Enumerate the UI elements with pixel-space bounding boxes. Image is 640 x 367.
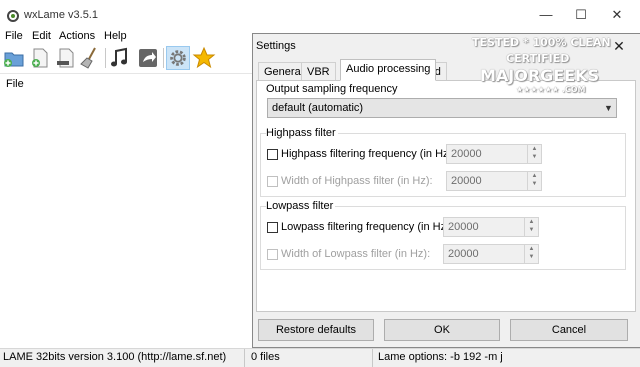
gear-icon	[170, 50, 186, 66]
menu-actions[interactable]: Actions	[59, 30, 95, 42]
majorgeeks-watermark: TESTED * 100% CLEAN CERTIFIED MAJORGEEKS…	[466, 33, 612, 97]
broom-icon	[80, 47, 96, 69]
highpass-width-spinner[interactable]: ▲ ▼	[527, 172, 541, 190]
highpass-width-checkbox[interactable]	[267, 176, 278, 187]
settings-button[interactable]	[166, 46, 190, 70]
highpass-width-label: Width of Highpass filter (in Hz):	[281, 175, 433, 187]
cancel-button[interactable]: Cancel	[510, 319, 628, 341]
clear-list-button[interactable]	[78, 46, 102, 70]
play-button[interactable]	[108, 46, 132, 70]
highpass-width-value: 20000	[451, 175, 482, 187]
remove-file-button[interactable]	[54, 46, 78, 70]
file-list[interactable]	[0, 74, 252, 348]
sampling-frequency-select[interactable]: default (automatic)	[267, 98, 617, 118]
output-sampling-label: Output sampling frequency	[266, 83, 400, 95]
music-note-icon	[111, 47, 127, 67]
lowpass-frequency-value: 20000	[448, 221, 479, 233]
lowpass-width-label: Width of Lowpass filter (in Hz):	[281, 248, 431, 260]
lowpass-width-value: 20000	[448, 248, 479, 260]
remove-file-icon	[57, 48, 74, 68]
restore-defaults-button[interactable]: Restore defaults	[258, 319, 374, 341]
ok-button[interactable]: OK	[384, 319, 500, 341]
watermark-line-3: MAJORGEEKS	[480, 66, 600, 85]
add-files-icon	[4, 52, 24, 67]
highpass-frequency-spinner[interactable]: ▲ ▼	[527, 145, 541, 163]
toolbar-separator	[163, 48, 164, 68]
lowpass-width-spinner[interactable]: ▲ ▼	[524, 245, 538, 263]
chevron-down-icon: ▼	[604, 103, 613, 113]
add-files-button[interactable]	[2, 46, 26, 70]
watermark-line-1: TESTED * 100% CLEAN	[472, 36, 611, 49]
highpass-frequency-label: Highpass filtering frequency (in Hz):	[281, 148, 456, 160]
menu-file[interactable]: File	[5, 30, 23, 42]
highpass-group	[260, 133, 626, 197]
lowpass-frequency-label: Lowpass filtering frequency (in Hz):	[281, 221, 453, 233]
app-logo-icon	[7, 10, 19, 22]
highpass-group-label: Highpass filter	[266, 127, 338, 139]
highpass-checkbox[interactable]	[267, 149, 278, 160]
status-divider	[372, 349, 373, 367]
tab-audio-processing[interactable]: Audio processing	[340, 59, 437, 81]
dialog-title: Settings	[256, 40, 296, 52]
tab-vbr[interactable]: VBR	[301, 62, 336, 80]
export-icon	[139, 49, 157, 67]
watermark-line-4: ★★★★★★ .COM	[516, 85, 586, 94]
toolbar-separator	[105, 48, 106, 68]
file-column-header[interactable]: File	[6, 78, 24, 90]
sampling-frequency-value: default (automatic)	[272, 102, 364, 114]
close-window-button[interactable]: ✕	[602, 4, 632, 26]
favorite-button[interactable]	[192, 46, 216, 70]
maximize-button[interactable]: ☐	[566, 4, 596, 26]
lowpass-checkbox[interactable]	[267, 222, 278, 233]
lowpass-group-label: Lowpass filter	[266, 200, 336, 212]
menu-edit[interactable]: Edit	[32, 30, 51, 42]
lame-version-text: LAME 32bits version 3.100 (http://lame.s…	[3, 351, 227, 363]
highpass-frequency-value: 20000	[451, 148, 482, 160]
watermark-line-2: CERTIFIED	[506, 52, 570, 65]
status-divider	[244, 349, 245, 367]
window-title: wxLame v3.5.1	[24, 9, 98, 21]
add-folder-icon	[32, 48, 48, 68]
minimize-button[interactable]: —	[531, 4, 561, 26]
menu-help[interactable]: Help	[104, 30, 127, 42]
lame-options-text: Lame options: -b 192 -m j	[378, 351, 503, 363]
lowpass-width-checkbox[interactable]	[267, 249, 278, 260]
star-icon	[192, 46, 216, 69]
encode-button[interactable]	[136, 46, 160, 70]
file-count-text: 0 files	[251, 351, 280, 363]
lowpass-frequency-spinner[interactable]: ▲ ▼	[524, 218, 538, 236]
add-folder-button[interactable]	[28, 46, 52, 70]
